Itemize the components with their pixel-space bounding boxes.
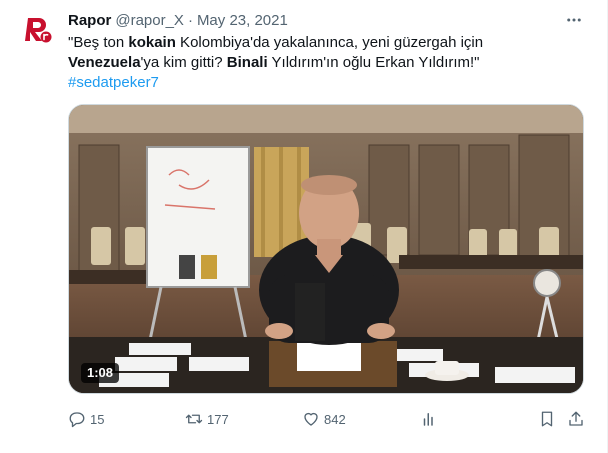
bookmark-icon [541,411,553,427]
bookmark-button[interactable] [538,408,560,430]
tweet-text-part: "Beş ton [68,34,129,51]
share-icon [569,411,583,426]
reply-count: 15 [90,411,105,427]
tweet-actions: 15 177 842 [68,408,588,430]
retweet-button[interactable]: 177 [185,408,229,430]
reply-icon [69,412,85,428]
retweet-icon [185,414,203,424]
video-player[interactable]: 1:08 [68,104,584,394]
rapor-logo-icon [23,13,55,45]
avatar[interactable] [22,12,56,46]
video-duration-badge: 1:08 [81,363,120,383]
like-button[interactable]: 842 [302,408,346,430]
tweet-header: Rapor @rapor_X · May 23, 2021 [68,10,288,30]
share-button[interactable] [567,408,589,430]
separator-dot: · [187,11,193,29]
author-name[interactable]: Rapor [68,12,111,29]
tweet[interactable]: Rapor @rapor_X · May 23, 2021 "Beş ton k… [0,0,608,453]
tweet-text: "Beş ton kokain Kolombiya'da yakalanınca… [68,33,568,93]
tweet-text-bold: Venezuela [68,54,141,71]
tweet-text-part: 'ya kim gitti? [140,54,227,71]
retweet-count: 177 [207,411,229,427]
tweet-text-bold: kokain [128,34,176,51]
tweet-date[interactable]: May 23, 2021 [197,12,288,29]
more-options-button[interactable] [562,10,586,30]
like-count: 842 [324,411,346,427]
tweet-text-bold: Binali [226,54,268,71]
video-thumbnail [69,105,583,393]
heart-icon [304,412,318,426]
hashtag-link[interactable]: #sedatpeker7 [68,74,159,91]
tweet-text-part: Yıldırım'ın oğlu Erkan Yıldırım!" [267,54,480,71]
reply-button[interactable]: 15 [68,408,104,430]
more-horizontal-icon [567,18,581,22]
author-handle[interactable]: @rapor_X [115,12,184,29]
views-button[interactable] [420,408,442,430]
analytics-icon [423,413,433,426]
tweet-text-part: Kolombiya'da yakalanınca, yeni güzergah … [175,34,484,51]
